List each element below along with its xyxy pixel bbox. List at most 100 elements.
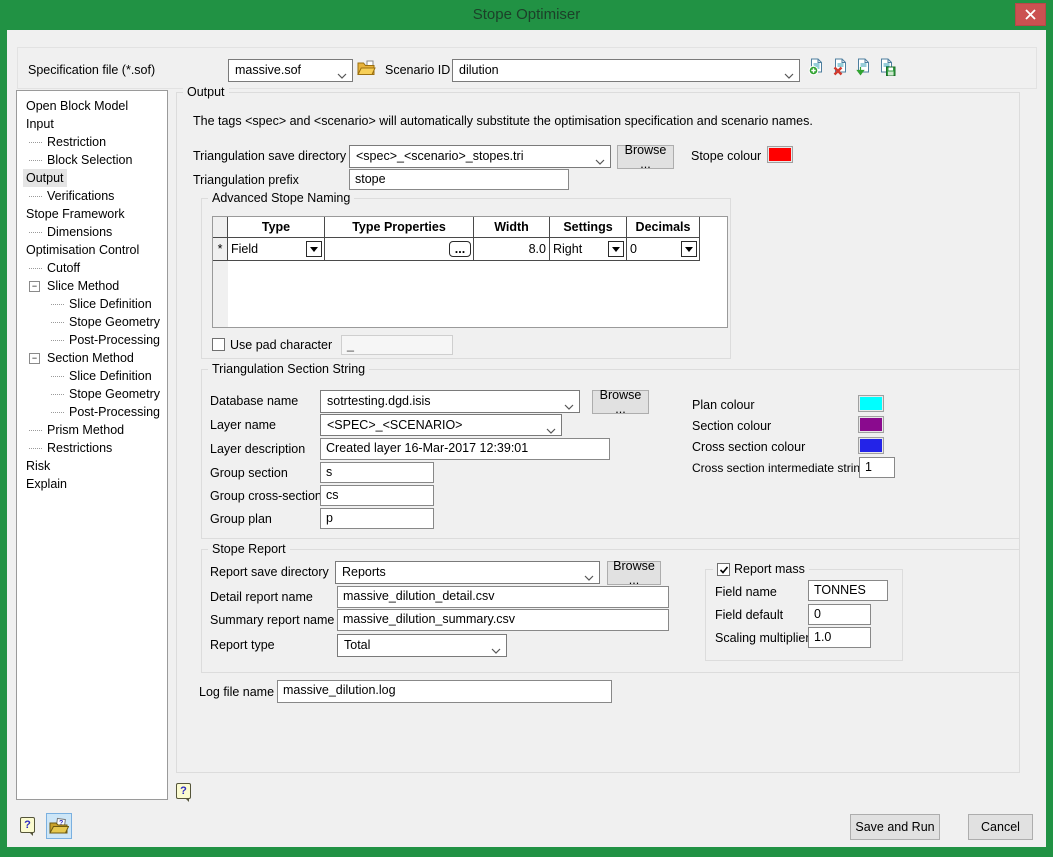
group-section-input[interactable]: s — [320, 462, 434, 483]
field-name-input[interactable]: TONNES — [808, 580, 888, 601]
tree-item-optimisation-control[interactable]: Optimisation Control — [17, 241, 167, 259]
tree-item-prism-method[interactable]: Prism Method — [17, 421, 167, 439]
tree-item-input[interactable]: Input — [17, 115, 167, 133]
tree-item-post-processing[interactable]: Post-Processing — [17, 331, 167, 349]
plan-colour-label: Plan colour — [692, 398, 755, 413]
tree-item-output[interactable]: Output — [17, 169, 167, 187]
tree-item-cutoff[interactable]: Cutoff — [17, 259, 167, 277]
report-mass-checkbox[interactable] — [717, 563, 730, 576]
summary-report-name-label: Summary report name — [210, 613, 334, 628]
scenario-id-combobox[interactable]: dilution — [452, 59, 800, 82]
decimals-dropdown-button[interactable] — [681, 241, 697, 257]
tree-item-stope-geometry-2[interactable]: Stope Geometry — [17, 385, 167, 403]
tree-item-post-processing-2[interactable]: Post-Processing — [17, 403, 167, 421]
database-browse-button[interactable]: Browse ... — [592, 390, 649, 414]
tree-item-open-block-model[interactable]: Open Block Model — [17, 97, 167, 115]
cross-section-colour-label: Cross section colour — [692, 440, 805, 455]
tri-save-dir-combobox[interactable]: <spec>_<scenario>_stopes.tri — [349, 145, 611, 168]
stope-colour-swatch[interactable] — [767, 146, 793, 163]
tri-prefix-input[interactable]: stope — [349, 169, 569, 190]
group-plan-label: Group plan — [210, 512, 272, 527]
group-cross-section-label: Group cross-section — [210, 489, 322, 504]
layer-description-label: Layer description — [210, 442, 305, 457]
title-bar: Stope Optimiser — [0, 0, 1053, 30]
type-dropdown-button[interactable] — [306, 241, 322, 257]
help-icon[interactable]: ? — [176, 783, 191, 799]
decimals-cell[interactable]: 0 — [627, 238, 700, 261]
ellipsis-button[interactable]: ... — [449, 241, 471, 257]
collapse-icon[interactable]: − — [29, 281, 40, 292]
column-header-type-properties: Type Properties — [325, 217, 474, 238]
plan-colour-swatch[interactable] — [858, 395, 884, 412]
chevron-down-icon — [546, 423, 556, 436]
tree-item-risk[interactable]: Risk — [17, 457, 167, 475]
pad-character-input: _ — [341, 335, 453, 355]
group-cross-section-input[interactable]: cs — [320, 485, 434, 506]
tags-note: The tags <spec> and <scenario> will auto… — [193, 114, 813, 129]
settings-cell[interactable]: Right — [550, 238, 627, 261]
tree-item-restriction[interactable]: Restriction — [17, 133, 167, 151]
log-file-name-label: Log file name — [199, 685, 274, 700]
log-file-name-input[interactable]: massive_dilution.log — [277, 680, 612, 703]
report-browse-button[interactable]: Browse ... — [607, 561, 661, 585]
report-mass-group: Report mass Field name TONNES Field defa… — [705, 569, 903, 661]
stope-report-group: Stope Report Report save directory Repor… — [201, 549, 1020, 673]
help-icon[interactable]: ? — [20, 817, 35, 833]
tree-item-stope-framework[interactable]: Stope Framework — [17, 205, 167, 223]
save-and-run-button[interactable]: Save and Run — [850, 814, 940, 840]
type-properties-cell[interactable]: ... — [325, 238, 474, 261]
row-marker: * — [213, 238, 228, 261]
save-scenario-icon[interactable] — [878, 58, 896, 79]
layer-name-combobox[interactable]: <SPEC>_<SCENARIO> — [320, 414, 562, 436]
layer-description-input[interactable]: Created layer 16-Mar-2017 12:39:01 — [320, 438, 610, 460]
report-type-label: Report type — [210, 638, 275, 653]
detail-report-name-input[interactable]: massive_dilution_detail.csv — [337, 586, 669, 608]
width-cell[interactable]: 8.0 — [474, 238, 550, 261]
close-button[interactable] — [1015, 3, 1046, 26]
delete-scenario-icon[interactable] — [832, 58, 849, 79]
triangulation-section-string-group: Triangulation Section String Database na… — [201, 369, 1020, 539]
cancel-button[interactable]: Cancel — [968, 814, 1033, 840]
database-name-label: Database name — [210, 394, 298, 409]
column-header-decimals: Decimals — [627, 217, 700, 238]
tree-item-stope-geometry[interactable]: Stope Geometry — [17, 313, 167, 331]
output-group: Output The tags <spec> and <scenario> wi… — [176, 92, 1020, 773]
tree-item-restrictions[interactable]: Restrictions — [17, 439, 167, 457]
chevron-down-icon — [337, 68, 347, 82]
help-folder-button[interactable]: ? — [46, 813, 72, 839]
scaling-multiplier-input[interactable]: 1.0 — [808, 627, 871, 648]
summary-report-name-input[interactable]: massive_dilution_summary.csv — [337, 609, 669, 631]
tree-item-slice-method[interactable]: −Slice Method — [17, 277, 167, 295]
chevron-down-icon — [491, 643, 501, 657]
database-name-combobox[interactable]: sotrtesting.dgd.isis — [320, 390, 580, 413]
cross-section-colour-swatch[interactable] — [858, 437, 884, 454]
spec-file-combobox[interactable]: massive.sof — [228, 59, 353, 82]
tree-item-section-method[interactable]: −Section Method — [17, 349, 167, 367]
open-folder-icon[interactable] — [357, 60, 376, 80]
cross-section-intermediate-label: Cross section intermediate strings — [692, 461, 873, 476]
section-colour-swatch[interactable] — [858, 416, 884, 433]
tree-item-slice-definition[interactable]: Slice Definition — [17, 295, 167, 313]
tree-item-verifications[interactable]: Verifications — [17, 187, 167, 205]
advanced-stope-naming-label: Advanced Stope Naming — [208, 191, 354, 205]
cross-section-intermediate-input[interactable]: 1 — [859, 457, 895, 478]
report-save-directory-combobox[interactable]: Reports — [335, 561, 600, 584]
tree-item-block-selection[interactable]: Block Selection — [17, 151, 167, 169]
help-folder-icon: ? — [49, 817, 69, 835]
type-cell[interactable]: Field — [228, 238, 325, 261]
field-default-input[interactable]: 0 — [808, 604, 871, 625]
dropdown-arrow-icon — [612, 247, 620, 252]
load-scenario-icon[interactable] — [855, 58, 872, 79]
section-colour-label: Section colour — [692, 419, 771, 434]
use-pad-character-checkbox[interactable] — [212, 338, 225, 351]
tree-item-explain[interactable]: Explain — [17, 475, 167, 493]
tri-save-dir-browse-button[interactable]: Browse ... — [617, 145, 674, 169]
new-scenario-icon[interactable] — [808, 58, 825, 79]
collapse-icon[interactable]: − — [29, 353, 40, 364]
chevron-down-icon — [595, 154, 605, 168]
report-type-combobox[interactable]: Total — [337, 634, 507, 657]
settings-dropdown-button[interactable] — [608, 241, 624, 257]
tree-item-slice-definition-2[interactable]: Slice Definition — [17, 367, 167, 385]
group-plan-input[interactable]: p — [320, 508, 434, 529]
tree-item-dimensions[interactable]: Dimensions — [17, 223, 167, 241]
